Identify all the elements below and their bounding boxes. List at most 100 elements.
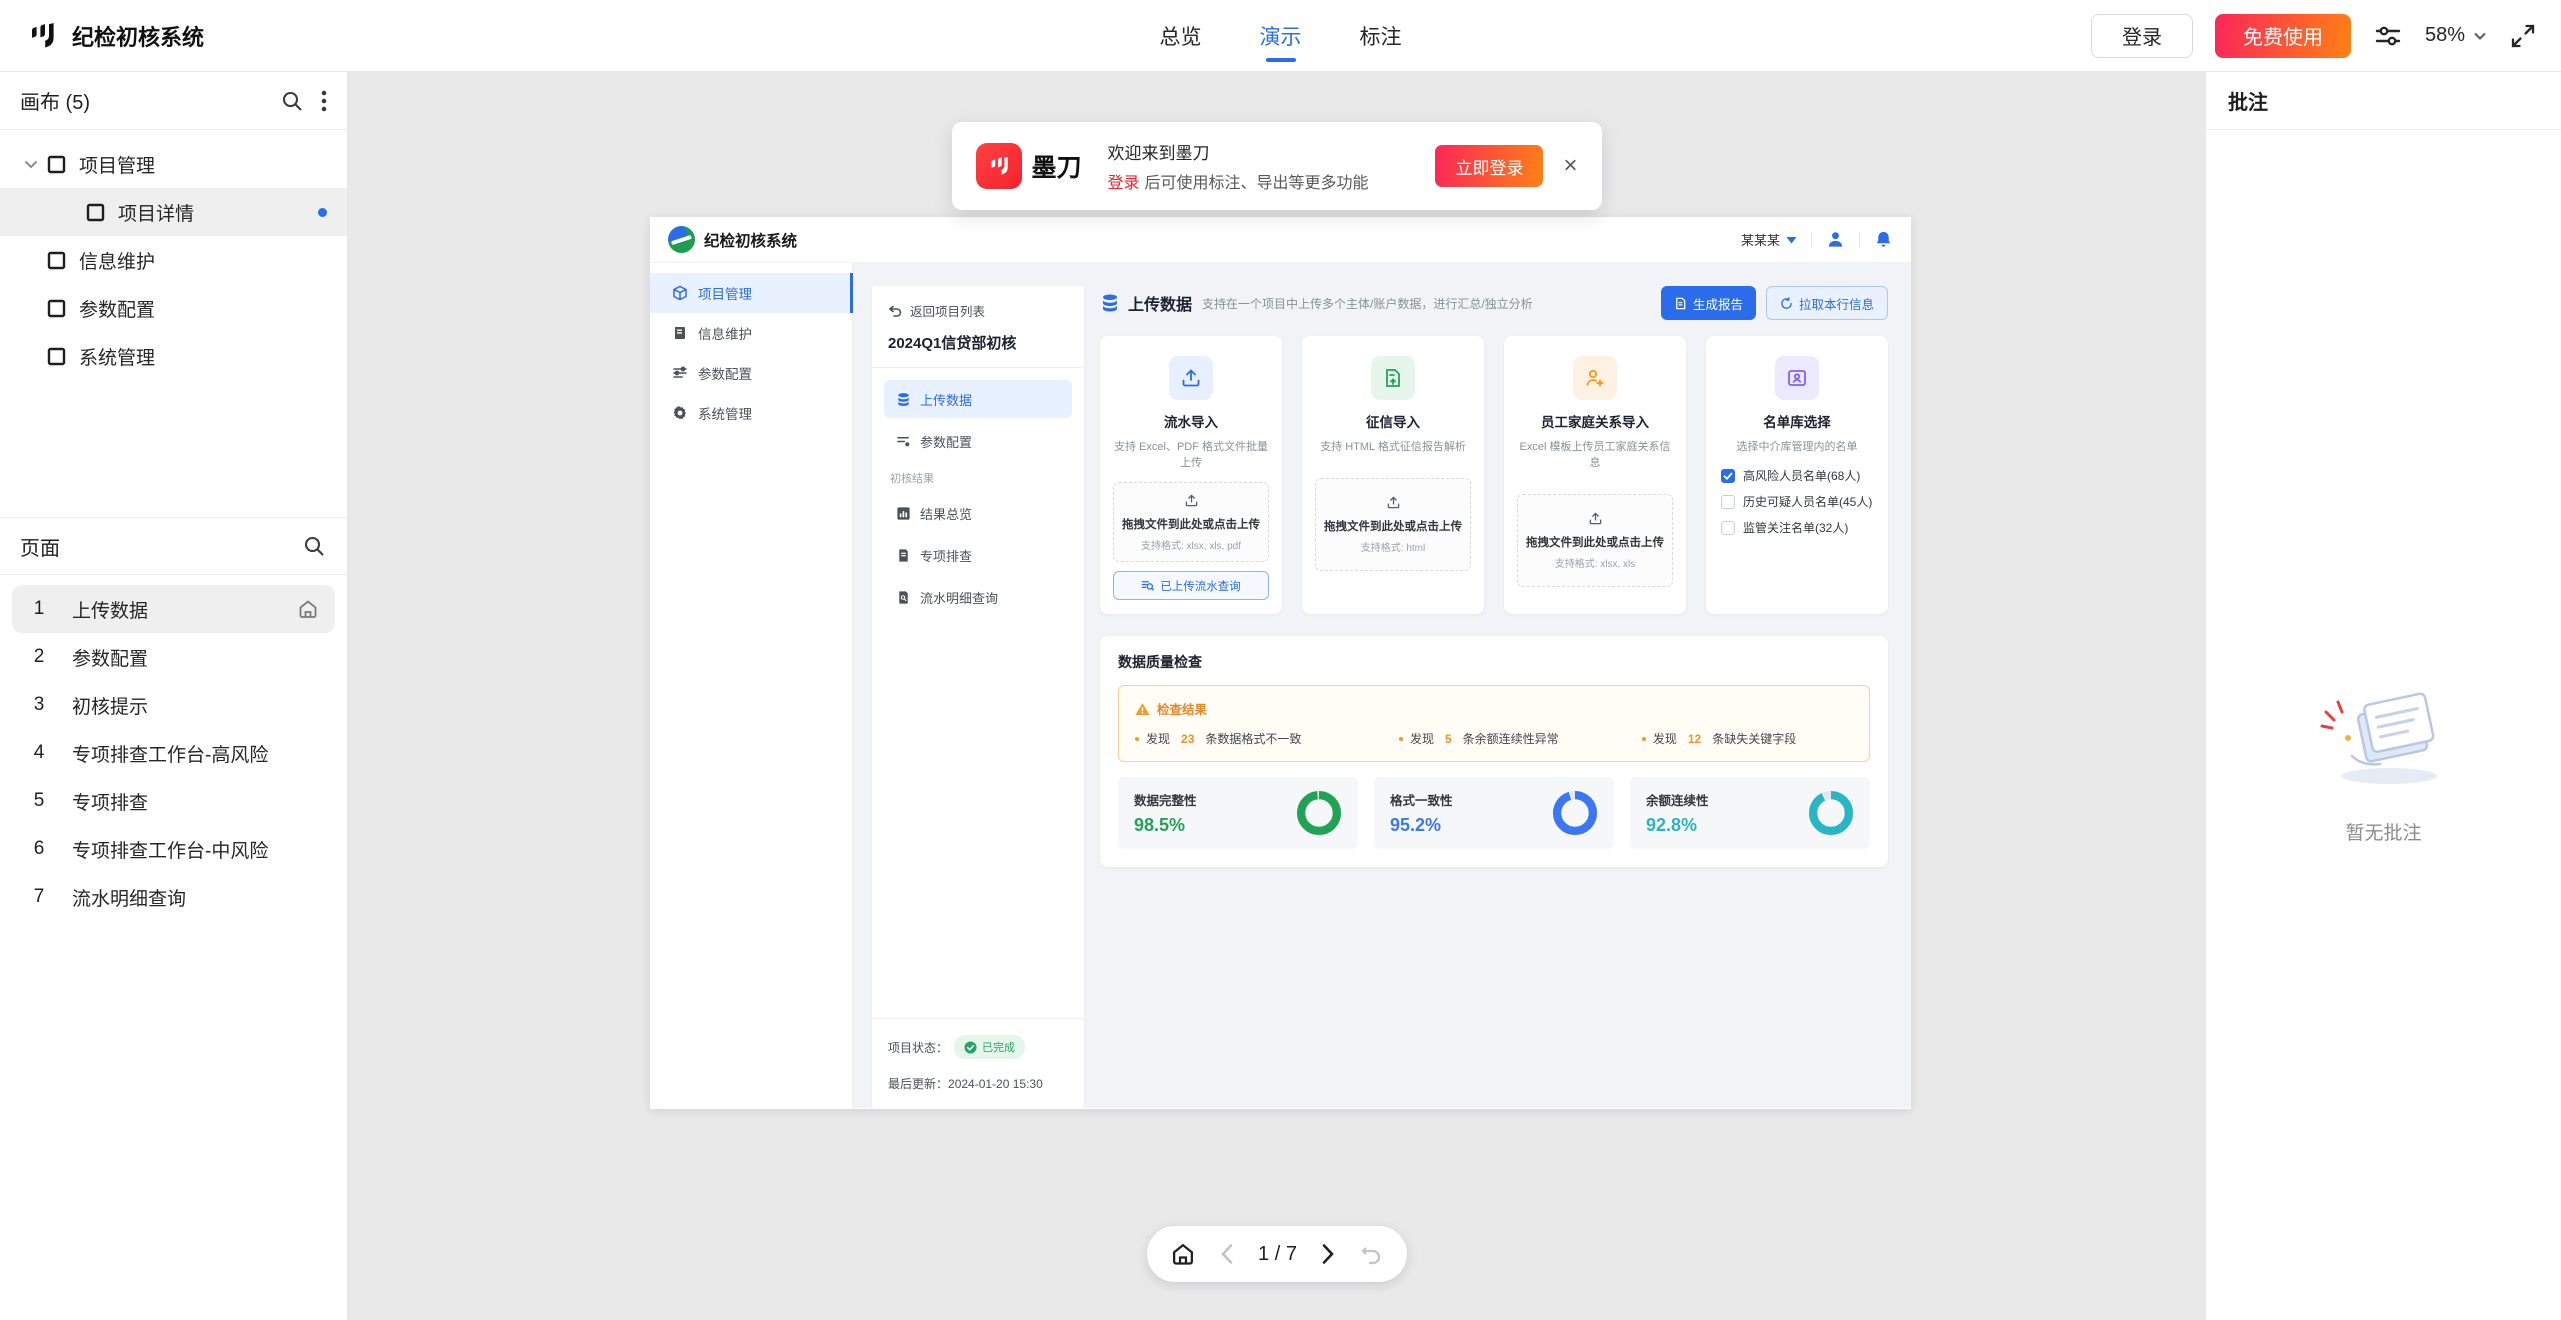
- empty-annotations-text: 暂无批注: [2345, 818, 2421, 845]
- user-icon[interactable]: [1826, 230, 1845, 249]
- project-menu-parameter-config[interactable]: 参数配置: [884, 422, 1072, 460]
- chevron-down-icon[interactable]: [16, 159, 46, 170]
- card-desc: 选择中介库管理内的名单: [1719, 438, 1875, 454]
- page-item-special-check[interactable]: 5 专项排查: [12, 777, 335, 825]
- free-use-button[interactable]: 免费使用: [2215, 14, 2351, 58]
- generate-report-button[interactable]: 生成报告: [1661, 286, 1756, 320]
- fullscreen-icon[interactable]: [2509, 22, 2537, 50]
- tab-present[interactable]: 演示: [1260, 0, 1302, 72]
- chevron-down-icon: [2473, 31, 2487, 41]
- page-indicator: 1 / 7: [1258, 1243, 1297, 1266]
- uploaded-flow-query-button[interactable]: 已上传流水查询: [1113, 571, 1269, 600]
- presentation-canvas: 墨刀 欢迎来到墨刀 登录后可使用标注、导出等更多功能 立即登录 × 纪检初核系统…: [348, 72, 2205, 1320]
- check-circle-icon: [964, 1041, 977, 1054]
- upload-icon: [1386, 495, 1401, 510]
- design-nav-system-management[interactable]: 系统管理: [650, 393, 852, 433]
- design-app-logo-icon: [668, 226, 695, 253]
- tree-item-system-management[interactable]: 系统管理: [0, 332, 347, 380]
- more-kebab-icon[interactable]: [321, 89, 327, 113]
- frame-icon: [46, 250, 67, 271]
- document-search-icon: [896, 590, 911, 605]
- page-item-parameter-config[interactable]: 2 参数配置: [12, 633, 335, 681]
- document-icon: [896, 548, 911, 563]
- login-now-button[interactable]: 立即登录: [1435, 145, 1543, 187]
- settings-sliders-icon[interactable]: [2373, 21, 2403, 51]
- name-list-options: 高风险人员名单(68人) 历史可疑人员名单(45人): [1719, 467, 1875, 536]
- zoom-level-control[interactable]: 58%: [2425, 24, 2487, 47]
- page-number: 2: [20, 646, 58, 668]
- file-dropzone[interactable]: 拖拽文件到此处或点击上传 支持格式: xlsx, xls: [1517, 494, 1673, 587]
- page-navigator: 1 / 7: [1147, 1226, 1407, 1282]
- project-menu-upload-data[interactable]: 上传数据: [884, 380, 1072, 418]
- tab-annotate[interactable]: 标注: [1360, 0, 1402, 72]
- back-to-project-list[interactable]: 返回项目列表: [872, 286, 1084, 327]
- project-menu-result-overview[interactable]: 结果总览: [884, 494, 1072, 532]
- content-title: 上传数据: [1128, 291, 1192, 315]
- page-number: 7: [20, 886, 58, 908]
- checkbox-icon[interactable]: [1721, 469, 1735, 483]
- card-title: 征信导入: [1315, 411, 1471, 431]
- layers-sidebar: 画布 (5) 项目管理 项目详情: [0, 72, 348, 1320]
- design-nav-project-management[interactable]: 项目管理: [650, 273, 852, 313]
- fetch-bank-info-button[interactable]: 拉取本行信息: [1766, 286, 1888, 320]
- design-app-title: 纪检初核系统: [704, 229, 797, 251]
- tree-item-project-management[interactable]: 项目管理: [0, 140, 347, 188]
- page-item-flow-detail[interactable]: 7 流水明细查询: [12, 873, 335, 921]
- mockingbot-app-icon: [976, 143, 1022, 189]
- report-doc-icon: [1674, 297, 1687, 310]
- card-title: 名单库选择: [1719, 411, 1875, 431]
- page-item-review-hint[interactable]: 3 初核提示: [12, 681, 335, 729]
- data-quality-section: 数据质量检查 检查结果 发现23条数据格式不一致 发现5条余额连续性异常: [1100, 636, 1888, 867]
- close-icon[interactable]: ×: [1563, 154, 1577, 178]
- page-item-upload-data[interactable]: 1 上传数据: [12, 585, 335, 633]
- upload-icon: [1588, 511, 1603, 526]
- design-nav-parameter-config[interactable]: 参数配置: [650, 353, 852, 393]
- checkbox-icon[interactable]: [1721, 521, 1735, 535]
- design-left-nav: 项目管理 信息维护 参数配置: [650, 263, 853, 1108]
- tree-item-parameter-config[interactable]: 参数配置: [0, 284, 347, 332]
- database-icon: [1100, 293, 1120, 313]
- page-item-workbench-mid[interactable]: 6 专项排查工作台-中风险: [12, 825, 335, 873]
- upload-card-flow-import: 流水导入 支持 Excel、PDF 格式文件批量上传 拖拽文件到此处或点击上传 …: [1100, 336, 1282, 614]
- banner-login-link[interactable]: 登录: [1108, 175, 1140, 192]
- search-icon[interactable]: [279, 88, 305, 114]
- zoom-level-value: 58%: [2425, 24, 2465, 47]
- checkbox-history-suspect-list[interactable]: 历史可疑人员名单(45人): [1721, 493, 1873, 510]
- page-number: 4: [20, 742, 58, 764]
- project-menu-flow-detail[interactable]: 流水明细查询: [884, 578, 1072, 616]
- annotation-panel-title: 批注: [2206, 72, 2561, 130]
- search-icon[interactable]: [301, 533, 327, 559]
- page-label: 参数配置: [72, 644, 148, 671]
- page-item-workbench-high[interactable]: 4 专项排查工作台-高风险: [12, 729, 335, 777]
- checkbox-icon[interactable]: [1721, 495, 1735, 509]
- checkbox-regulator-watch-list[interactable]: 监管关注名单(32人): [1721, 519, 1873, 536]
- home-icon: [297, 598, 319, 620]
- design-nav-info-maintenance[interactable]: 信息维护: [650, 313, 852, 353]
- prev-page-icon[interactable]: [1220, 1243, 1234, 1265]
- tree-item-project-detail[interactable]: 项目详情: [0, 188, 347, 236]
- page-number: 6: [20, 838, 58, 860]
- file-dropzone[interactable]: 拖拽文件到此处或点击上传 支持格式: html: [1315, 478, 1471, 571]
- file-dropzone[interactable]: 拖拽文件到此处或点击上传 支持格式: xlsx, xls, pdf: [1113, 482, 1269, 562]
- home-icon[interactable]: [1170, 1241, 1196, 1267]
- checkbox-high-risk-list[interactable]: 高风险人员名单(68人): [1721, 467, 1873, 484]
- user-dropdown[interactable]: 某某某: [1741, 230, 1797, 249]
- tree-item-info-maintenance[interactable]: 信息维护: [0, 236, 347, 284]
- login-button[interactable]: 登录: [2091, 14, 2193, 58]
- page-label: 初核提示: [72, 692, 148, 719]
- card-title: 员工家庭关系导入: [1517, 411, 1673, 431]
- next-page-icon[interactable]: [1321, 1243, 1335, 1265]
- project-status-label: 项目状态：: [888, 1039, 948, 1056]
- tree-item-label: 信息维护: [79, 247, 155, 274]
- bell-icon[interactable]: [1874, 230, 1893, 249]
- database-icon: [896, 392, 911, 407]
- project-menu-special-check[interactable]: 专项排查: [884, 536, 1072, 574]
- tab-overview[interactable]: 总览: [1160, 0, 1202, 72]
- project-status-footer: 项目状态： 已完成 最后更新： 2024-01-20 15:30: [872, 1018, 1084, 1108]
- page-label: 专项排查工作台-高风险: [72, 740, 268, 767]
- restart-icon[interactable]: [1359, 1242, 1383, 1266]
- upload-card-credit-import: 征信导入 支持 HTML 格式征信报告解析 拖拽文件到此处或点击上传 支持格式:…: [1302, 336, 1484, 614]
- check-result-warning: 检查结果 发现23条数据格式不一致 发现5条余额连续性异常 发现12条缺失关键字…: [1118, 685, 1870, 762]
- canvas-section-title: 画布 (5): [20, 86, 90, 115]
- current-canvas-dot: [318, 208, 327, 217]
